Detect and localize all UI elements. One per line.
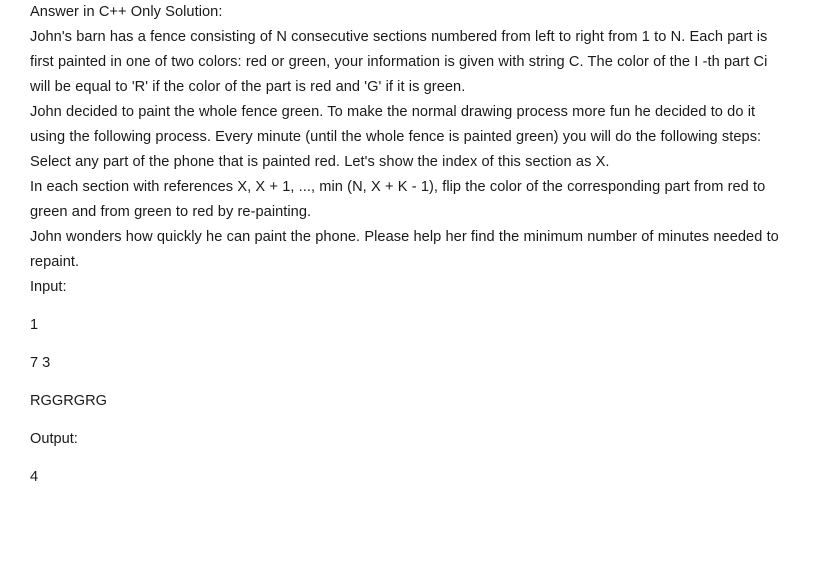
input-line-color-string: RGGRGRG — [30, 393, 108, 409]
input-line-n-k: 7 3 — [30, 355, 51, 371]
document-body: Answer in C++ Only Solution: John's barn… — [30, 0, 786, 490]
answer-heading: Answer in C++ Only Solution: — [30, 4, 223, 20]
problem-paragraph-4: In each section with references X, X + 1… — [30, 179, 766, 220]
document-page: Answer in C++ Only Solution: John's barn… — [0, 0, 826, 577]
problem-paragraph-5: John wonders how quickly he can paint th… — [30, 229, 779, 270]
problem-paragraph-1: John's barn has a fence consisting of N … — [30, 29, 768, 95]
problem-paragraph-3: Select any part of the phone that is pai… — [30, 154, 610, 170]
problem-paragraph-2: John decided to paint the whole fence gr… — [30, 104, 762, 145]
output-label: Output: — [30, 431, 78, 447]
output-line-answer: 4 — [30, 469, 39, 485]
input-line-testcases: 1 — [30, 317, 39, 333]
input-label: Input: — [30, 279, 67, 295]
